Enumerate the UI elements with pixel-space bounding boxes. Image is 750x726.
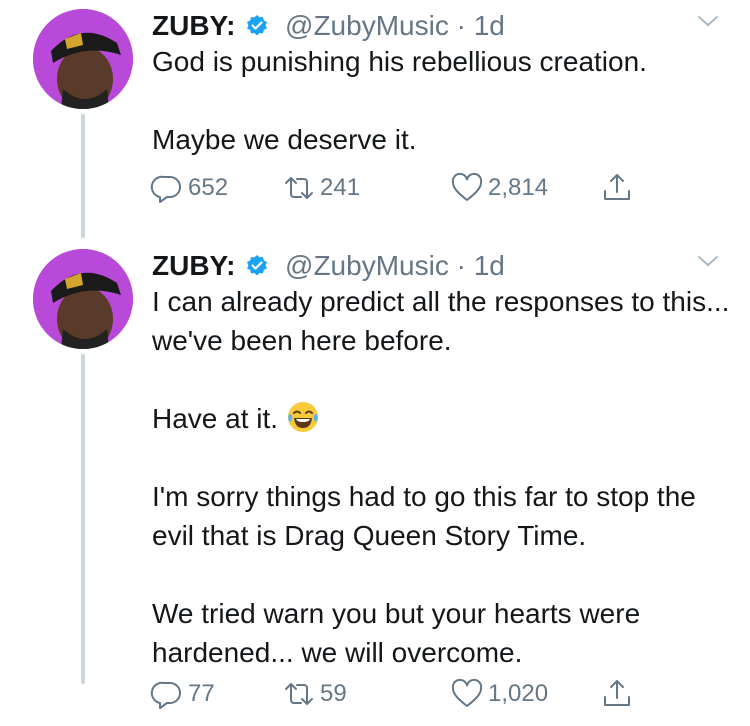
reply-icon — [150, 175, 181, 203]
retweet-button[interactable]: 241 — [282, 170, 360, 206]
verified-badge-icon — [247, 15, 268, 36]
retweet-button[interactable]: 59 — [282, 676, 347, 712]
tweet-text: I can already predict all the responses … — [152, 282, 737, 672]
share-button[interactable] — [600, 170, 634, 206]
share-icon — [604, 174, 630, 200]
share-icon — [604, 680, 630, 706]
separator-dot: · — [456, 10, 466, 41]
tweet-header: ZUBY: @ZubyMusic · 1d — [152, 6, 690, 46]
tweet-text-part-2: I'm sorry things had to go this far to s… — [152, 481, 696, 668]
laughing-emoji-icon — [287, 402, 318, 432]
tweet[interactable]: ZUBY: @ZubyMusic · 1d God is punishing h… — [0, 0, 750, 240]
avatar[interactable] — [33, 249, 133, 349]
timestamp[interactable]: 1d — [474, 250, 505, 281]
separator-dot: · — [456, 250, 466, 281]
tweet[interactable]: ZUBY: @ZubyMusic · 1d I can already pred… — [0, 240, 750, 726]
verified-badge-icon — [247, 255, 268, 276]
author-name[interactable]: ZUBY: — [152, 250, 235, 281]
reply-count: 77 — [188, 680, 215, 707]
like-button[interactable]: 1,020 — [450, 676, 548, 712]
reply-button[interactable]: 652 — [150, 170, 228, 206]
tweet-header: ZUBY: @ZubyMusic · 1d — [152, 246, 690, 286]
like-icon — [451, 172, 483, 201]
tweet-actions: 652 241 2,814 — [150, 170, 650, 206]
tweet-actions: 77 59 1,020 — [150, 676, 650, 712]
like-icon — [451, 678, 483, 707]
avatar[interactable] — [33, 9, 133, 109]
tweet-text-part-1: I can already predict all the responses … — [152, 286, 730, 434]
author-handle[interactable]: @ZubyMusic — [285, 250, 449, 281]
thread-line — [81, 354, 85, 684]
author-name[interactable]: ZUBY: — [152, 10, 235, 41]
tweet-text: God is punishing his rebellious creation… — [152, 46, 647, 155]
avatar-image — [33, 249, 133, 349]
reply-count: 652 — [188, 174, 229, 201]
author-handle[interactable]: @ZubyMusic — [285, 10, 449, 41]
thread-line — [81, 114, 85, 238]
reply-icon — [150, 681, 181, 709]
like-count: 2,814 — [488, 174, 549, 201]
reply-button[interactable]: 77 — [150, 676, 215, 712]
chevron-down-icon[interactable] — [696, 12, 720, 30]
retweet-count: 241 — [320, 174, 361, 201]
like-count: 1,020 — [488, 680, 549, 707]
retweet-icon — [285, 177, 313, 199]
timestamp[interactable]: 1d — [474, 10, 505, 41]
share-button[interactable] — [600, 676, 634, 712]
avatar-image — [33, 9, 133, 109]
retweet-icon — [285, 683, 313, 705]
retweet-count: 59 — [320, 680, 347, 707]
chevron-down-icon[interactable] — [696, 252, 720, 270]
like-button[interactable]: 2,814 — [450, 170, 548, 206]
